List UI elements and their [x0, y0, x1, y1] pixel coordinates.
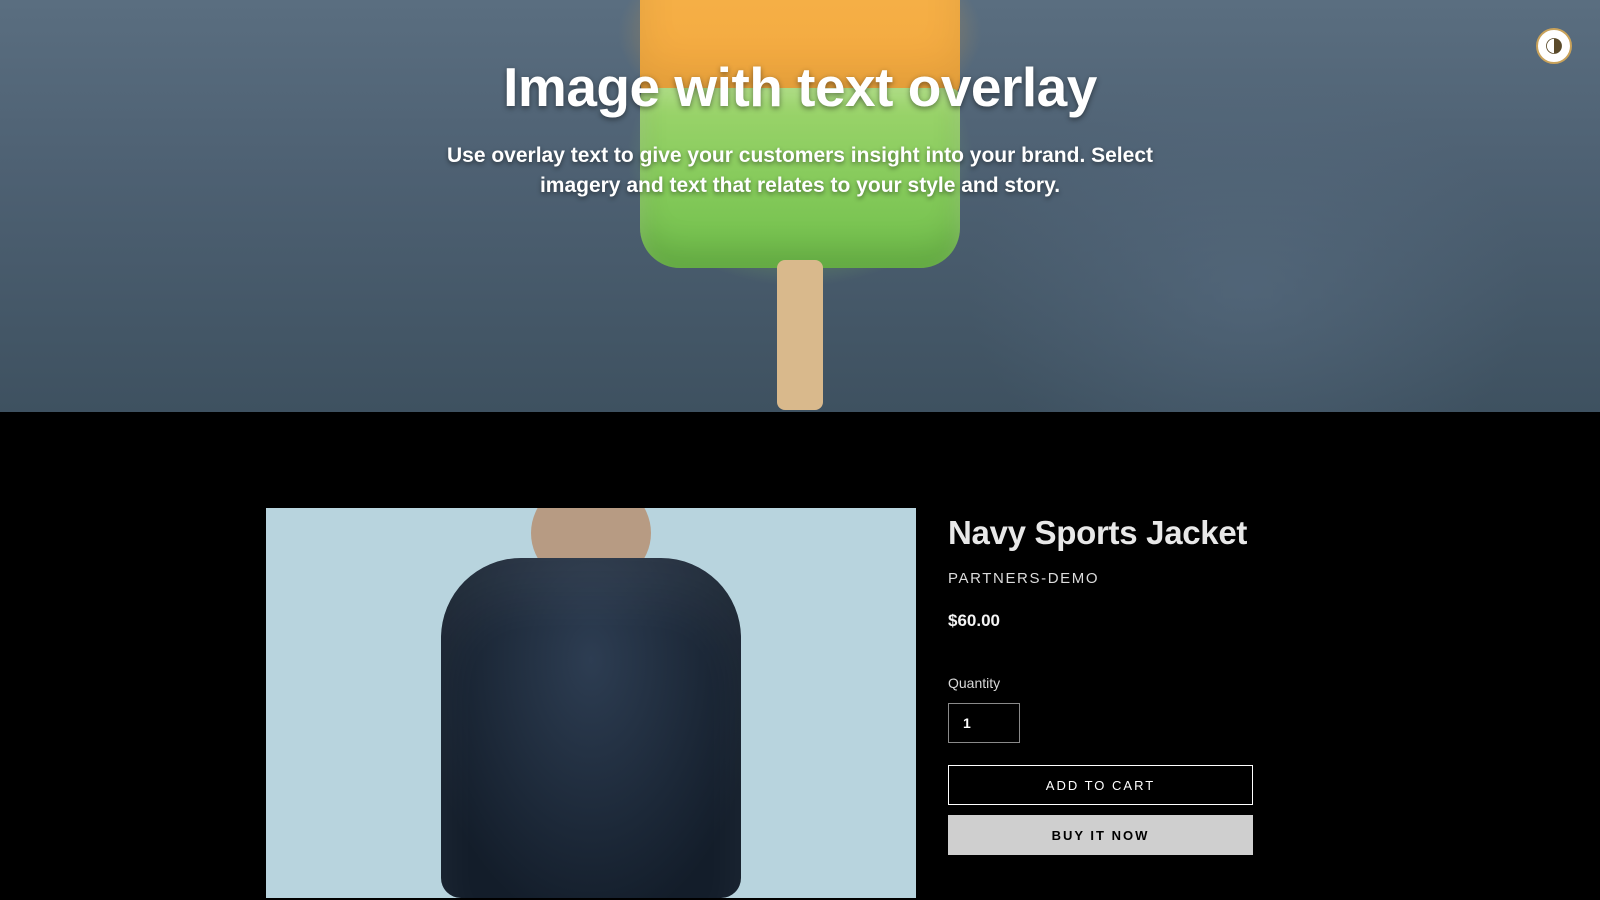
- hero-overlay: Image with text overlay Use overlay text…: [0, 0, 1600, 412]
- product-inner: Navy Sports Jacket PARTNERS-DEMO $60.00 …: [250, 508, 1350, 898]
- hero-section: Image with text overlay Use overlay text…: [0, 0, 1600, 412]
- quantity-input[interactable]: [948, 703, 1020, 743]
- half-moon-icon: [1544, 36, 1564, 56]
- product-vendor: PARTNERS-DEMO: [948, 570, 1334, 587]
- product-title: Navy Sports Jacket: [948, 514, 1334, 552]
- product-image[interactable]: [266, 508, 916, 898]
- product-section: Navy Sports Jacket PARTNERS-DEMO $60.00 …: [0, 412, 1600, 898]
- buy-it-now-button[interactable]: BUY IT NOW: [948, 815, 1253, 855]
- product-details: Navy Sports Jacket PARTNERS-DEMO $60.00 …: [948, 508, 1334, 898]
- quantity-label: Quantity: [948, 675, 1334, 691]
- hero-title: Image with text overlay: [503, 55, 1097, 119]
- product-price: $60.00: [948, 611, 1334, 631]
- hero-subtitle: Use overlay text to give your customers …: [440, 141, 1160, 202]
- theme-toggle-button[interactable]: [1536, 28, 1572, 64]
- add-to-cart-button[interactable]: ADD TO CART: [948, 765, 1253, 805]
- product-image-body: [441, 558, 741, 898]
